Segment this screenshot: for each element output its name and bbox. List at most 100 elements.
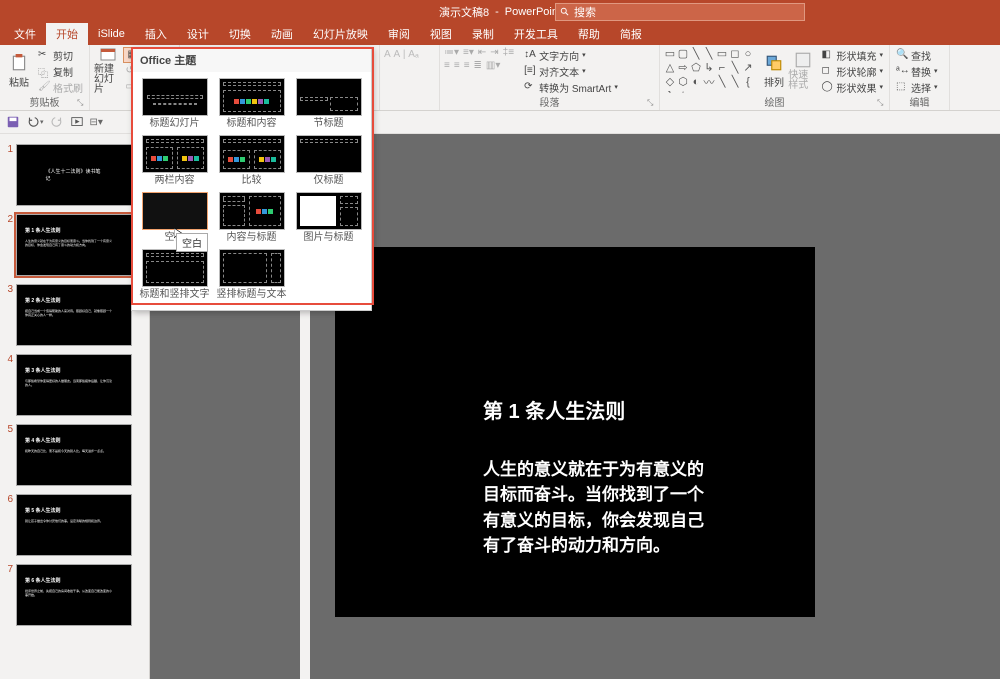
thumbnail-preview[interactable]: 第 2 条人生法则把自己当成一个值得帮助的人来对待。照顾好自己，就像照顾一个你真… [16,284,132,346]
tab-slideshow[interactable]: 幻灯片放映 [303,23,378,45]
layout-title-content[interactable]: 标题和内容 [215,78,288,129]
format-painter-button[interactable]: 🖌格式刷 [36,79,85,95]
thumbnail-slide-6[interactable]: 6第 5 条人生法则别让孩子做出令你讨厌他们的事。设定清晰的规则和边界。 [0,490,149,560]
shape-outline-button[interactable]: ◻形状轮廓▾ [819,63,885,79]
select-button[interactable]: ⬚选择▾ [894,79,940,95]
tab-review[interactable]: 审阅 [378,23,420,45]
clipboard-expand-icon[interactable]: ⤡ [77,98,87,108]
copy-button[interactable]: ⿻复制 [36,63,85,79]
thumbnail-slide-2[interactable]: 2第 1 条人生法则人生的意义就在于为有意义的目标而奋斗。当你找到了一个有意义的… [0,210,149,280]
thumbnail-slide-3[interactable]: 3第 2 条人生法则把自己当成一个值得帮助的人来对待。照顾好自己，就像照顾一个你… [0,280,149,350]
thumbnail-preview[interactable]: 第 3 条人生法则与那些希望你变得更好的人做朋友。远离那些拖你后腿、让你沉沦的人… [16,354,132,416]
quick-styles-button[interactable]: 快速样式 [788,47,817,95]
thumbnail-slide-5[interactable]: 5第 4 条人生法则和昨天的自己比，而不是和今天的别人比。每天进步一点点。 [0,420,149,490]
tab-home[interactable]: 开始 [46,23,88,45]
smartart-button[interactable]: ⟳转换为 SmartArt▾ [522,79,620,95]
thumbnail-preview[interactable]: 第 5 条人生法则别让孩子做出令你讨厌他们的事。设定清晰的规则和边界。 [16,494,132,556]
qat-more-button[interactable]: ⊟▾ [88,115,105,130]
tab-islide[interactable]: iSlide [88,25,135,43]
search-placeholder: 搜索 [574,4,596,20]
chevron-down-icon: ▾ [40,118,44,126]
tab-record[interactable]: 录制 [462,23,504,45]
search-box[interactable]: 搜索 [555,3,805,21]
paste-icon [10,54,28,72]
undo-button[interactable]: ▾ [24,113,46,131]
find-button[interactable]: 🔍查找 [894,47,940,63]
numbering-icon[interactable]: ≡▾ [463,47,474,58]
layout-title-only[interactable]: 仅标题 [292,135,365,186]
thumbnail-number: 3 [4,284,16,346]
paste-button[interactable]: 粘贴 [4,47,34,95]
save-button[interactable] [4,113,22,131]
layout-section-header[interactable]: 节标题 [292,78,365,129]
bullets-icon[interactable]: ≔▾ [444,47,459,58]
search-icon [560,7,570,17]
layout-two-content[interactable]: 两栏内容 [138,135,211,186]
layout-vertical-title-text[interactable]: 竖排标题与文本 [215,249,288,300]
slide-title[interactable]: 第 1 条人生法则 [483,395,625,424]
copy-icon: ⿻ [38,65,50,77]
tab-view[interactable]: 视图 [420,23,462,45]
new-slide-button[interactable]: 新建 幻灯片 [94,47,121,95]
layout-title-slide[interactable]: 标题幻灯片 [138,78,211,129]
fill-icon: ◧ [821,49,833,61]
layout-popup-header: Office 主题 [132,48,371,72]
slide-thumbnail-panel[interactable]: 1《人生十二法则》读书笔记2第 1 条人生法则人生的意义就在于为有意义的目标而奋… [0,134,150,679]
redo-button[interactable] [48,113,66,131]
indent-right-icon[interactable]: ⇥ [490,47,498,58]
tab-help[interactable]: 帮助 [568,23,610,45]
justify-icon[interactable]: ≣ [474,60,482,71]
thumbnail-preview[interactable]: 《人生十二法则》读书笔记 [16,144,132,206]
cut-button[interactable]: ✂剪切 [36,47,85,63]
tab-transitions[interactable]: 切换 [219,23,261,45]
redo-icon [50,115,64,129]
doc-name: 演示文稿8 [439,4,489,20]
group-label-drawing: 绘图 [660,94,889,109]
thumbnail-slide-1[interactable]: 1《人生十二法则》读书笔记 [0,140,149,210]
smartart-icon: ⟳ [524,81,536,93]
slide-body[interactable]: 人生的意义就在于为有意义的目标而奋斗。当你找到了一个有意义的目标，你会发现自己有… [483,457,715,559]
text-direction-button[interactable]: ↕A文字方向▾ [522,47,620,63]
thumbnail-slide-7[interactable]: 7第 6 条人生法则批评世界之前，先把自己的房间收拾干净。从改变自己能改变的小事… [0,560,149,630]
shape-gallery[interactable]: ▭▢╲╲▭◻○△ ⇨⬠↳⌐╲↗◇⬡ ◐〰╲╲{}☆▾ [664,47,760,93]
layout-blank[interactable]: 空白 空白 [138,192,211,243]
thumbnail-preview[interactable]: 第 4 条人生法则和昨天的自己比，而不是和今天的别人比。每天进步一点点。 [16,424,132,486]
current-slide[interactable]: 第 1 条人生法则 人生的意义就在于为有意义的目标而奋斗。当你找到了一个有意义的… [335,247,815,617]
shape-effects-button[interactable]: ◯形状效果▾ [819,79,885,95]
text-direction-icon: ↕A [524,49,536,61]
layout-picture-caption[interactable]: 图片与标题 [292,192,365,243]
arrange-icon [765,54,783,72]
thumbnail-number: 5 [4,424,16,486]
indent-left-icon[interactable]: ⇤ [478,47,486,58]
line-spacing-icon[interactable]: ‡≡ [503,47,514,58]
tab-design[interactable]: 设计 [177,23,219,45]
slideshow-from-start-button[interactable] [68,113,86,131]
replace-icon: ᵃ↔ [896,65,908,77]
tab-insert[interactable]: 插入 [135,23,177,45]
drawing-expand-icon[interactable]: ⤡ [877,98,887,108]
tab-developer[interactable]: 开发工具 [504,23,568,45]
align-text-button[interactable]: [≡]对齐文本▾ [522,63,620,79]
cut-icon: ✂ [38,49,50,61]
layout-title-vertical-text[interactable]: 标题和竖排文字 [138,249,211,300]
thumbnail-preview[interactable]: 第 6 条人生法则批评世界之前，先把自己的房间收拾干净。从改变自己能改变的小事开… [16,564,132,626]
thumbnail-slide-4[interactable]: 4第 3 条人生法则与那些希望你变得更好的人做朋友。远离那些拖你后腿、让你沉沦的… [0,350,149,420]
shape-fill-button[interactable]: ◧形状填充▾ [819,47,885,63]
group-drawing: ▭▢╲╲▭◻○△ ⇨⬠↳⌐╲↗◇⬡ ◐〰╲╲{}☆▾ 排列 快速样式 ◧形状填充… [660,45,890,110]
paragraph-expand-icon[interactable]: ⤡ [647,98,657,108]
outline-icon: ◻ [821,65,833,77]
window-title: 演示文稿8 - PowerPoint [439,4,561,20]
align-center-icon[interactable]: ≡ [454,60,460,71]
tab-animations[interactable]: 动画 [261,23,303,45]
arrange-button[interactable]: 排列 [762,47,786,95]
group-label-clipboard: 剪贴板 [0,94,89,109]
replace-button[interactable]: ᵃ↔替换▾ [894,63,940,79]
thumbnail-preview[interactable]: 第 1 条人生法则人生的意义就在于为有意义的目标而奋斗。当你找到了一个有意义的目… [16,214,132,276]
tab-briefing[interactable]: 简报 [610,23,652,45]
align-right-icon[interactable]: ≡ [464,60,470,71]
tab-file[interactable]: 文件 [4,23,46,45]
align-left-icon[interactable]: ≡ [444,60,450,71]
columns-icon[interactable]: ▥▾ [486,60,500,71]
layout-comparison[interactable]: 比较 [215,135,288,186]
layout-content-caption[interactable]: 内容与标题 [215,192,288,243]
